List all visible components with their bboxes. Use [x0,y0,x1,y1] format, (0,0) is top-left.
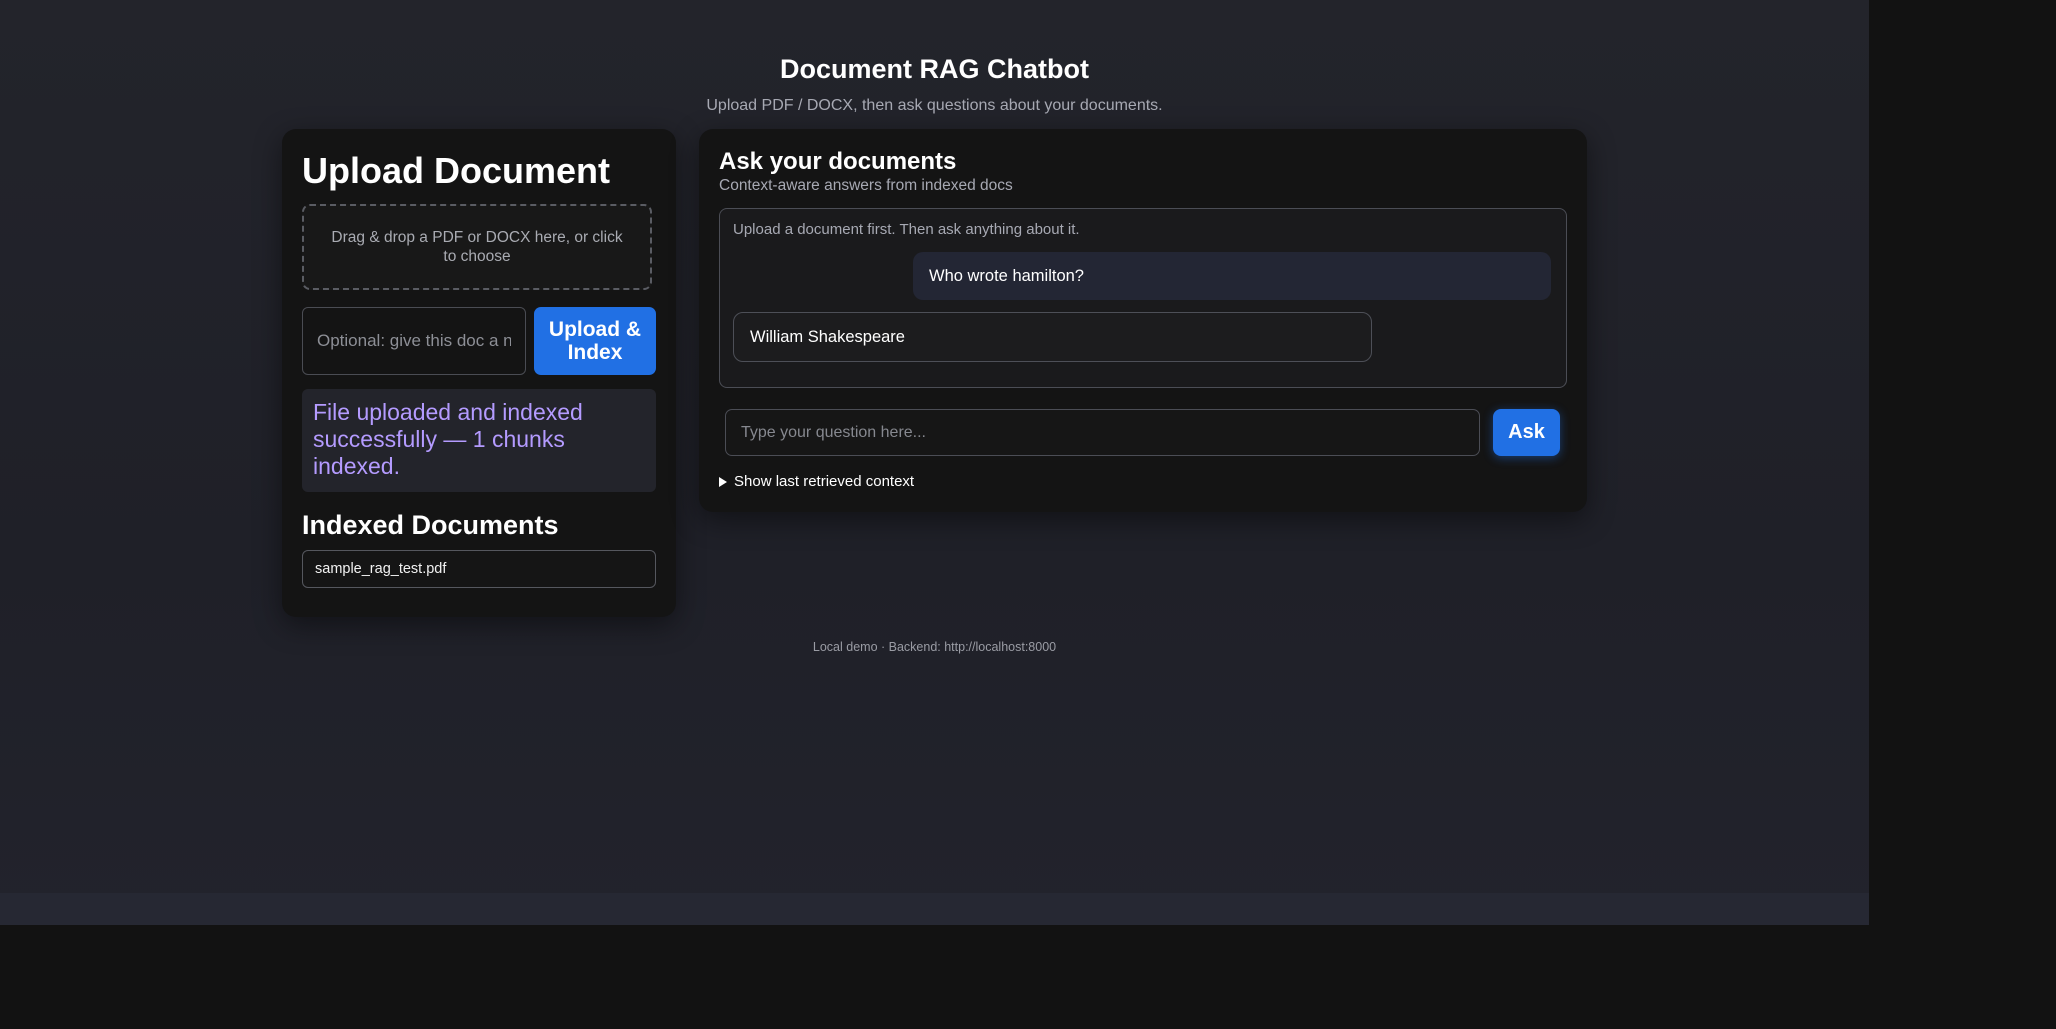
indexed-documents-list: sample_rag_test.pdf [302,550,656,588]
upload-index-button[interactable]: Upload & Index [534,307,656,375]
chat-hint: Upload a document first. Then ask anythi… [733,221,1080,238]
indexed-documents-title: Indexed Documents [302,510,559,540]
bot-message: William Shakespeare [733,312,1372,362]
upload-status-box: File uploaded and indexed successfully —… [302,389,656,492]
dropzone-text: Drag & drop a PDF or DOCX here, or click… [331,229,623,265]
document-list-item[interactable]: sample_rag_test.pdf [302,550,656,588]
file-dropzone[interactable]: Drag & drop a PDF or DOCX here, or click… [302,204,652,290]
user-message-text: Who wrote hamilton? [929,266,1084,285]
app-header: Document RAG Chatbot Upload PDF / DOCX, … [0,52,1869,116]
user-message: Who wrote hamilton? [913,252,1551,300]
question-input[interactable] [725,409,1480,456]
chat-messages[interactable]: Upload a document first. Then ask anythi… [719,208,1567,388]
upload-status-message: File uploaded and indexed successfully —… [313,399,583,479]
app-subtitle: Upload PDF / DOCX, then ask questions ab… [706,97,1163,114]
chat-subtitle: Context-aware answers from indexed docs [719,177,1013,194]
context-toggle-label: Show last retrieved context [734,473,915,490]
show-context-toggle[interactable]: Show last retrieved context [719,473,914,490]
viewport-bottom-strip [0,893,1869,925]
document-name: sample_rag_test.pdf [315,561,447,577]
upload-title: Upload Document [302,150,611,191]
app-title: Document RAG Chatbot [780,54,1089,84]
triangle-right-icon [719,476,727,487]
bot-message-text: William Shakespeare [750,327,905,346]
doc-name-input[interactable] [302,307,526,375]
upload-card: Upload Document Drag & drop a PDF or DOC… [282,129,676,617]
footer-text: Local demo · Backend: http://localhost:8… [812,640,1057,654]
chat-card: Ask your documents Context-aware answers… [699,129,1587,512]
chat-title: Ask your documents [719,148,957,175]
ask-button[interactable]: Ask [1493,409,1560,456]
